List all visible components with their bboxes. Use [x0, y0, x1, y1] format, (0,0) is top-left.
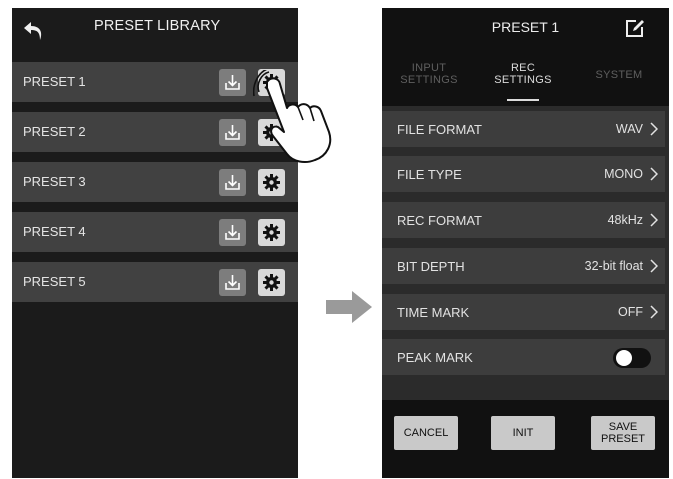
- gear-icon: [263, 174, 280, 191]
- load-button[interactable]: [219, 219, 246, 246]
- peak-mark-toggle[interactable]: [613, 348, 651, 368]
- init-button[interactable]: INIT: [491, 416, 555, 450]
- action-bar: CANCEL INIT SAVE PRESET: [382, 400, 669, 478]
- setting-file-format[interactable]: FILE FORMAT WAV: [382, 111, 665, 147]
- setting-peak-mark: PEAK MARK: [382, 339, 665, 375]
- settings-list: FILE FORMAT WAV FILE TYPE MONO REC FORMA…: [382, 106, 669, 400]
- active-tab-indicator: [507, 99, 539, 101]
- load-icon: [225, 225, 240, 240]
- chevron-right-icon: [650, 259, 658, 273]
- preset-row-3[interactable]: PRESET 3: [12, 162, 298, 202]
- tab-rec-settings[interactable]: REC SETTINGS: [478, 62, 568, 86]
- chevron-right-icon: [650, 167, 658, 181]
- settings-button[interactable]: [258, 269, 285, 296]
- load-icon: [225, 175, 240, 190]
- load-icon: [225, 125, 240, 140]
- settings-button[interactable]: [258, 219, 285, 246]
- load-icon: [225, 275, 240, 290]
- setting-value: WAV: [615, 122, 643, 136]
- preset-label: PRESET 5: [23, 274, 86, 289]
- preset-row-4[interactable]: PRESET 4: [12, 212, 298, 252]
- preset-edit-header: PRESET 1: [382, 8, 669, 48]
- tap-hand-icon: [253, 70, 332, 163]
- tab-input-settings[interactable]: INPUT SETTINGS: [384, 62, 474, 86]
- edit-icon[interactable]: [624, 18, 646, 38]
- chevron-right-icon: [650, 305, 658, 319]
- load-button[interactable]: [219, 269, 246, 296]
- preset-label: PRESET 1: [23, 74, 86, 89]
- right-arrow-icon: [326, 291, 372, 323]
- preset-label: PRESET 4: [23, 224, 86, 239]
- load-button[interactable]: [219, 119, 246, 146]
- setting-bit-depth[interactable]: BIT DEPTH 32-bit float: [382, 248, 665, 284]
- setting-value: MONO: [604, 167, 643, 181]
- gear-icon: [263, 224, 280, 241]
- back-arrow-icon[interactable]: [22, 20, 46, 42]
- setting-value: 48kHz: [607, 213, 643, 227]
- settings-button[interactable]: [258, 169, 285, 196]
- preset-edit-screen: PRESET 1 INPUT SETTINGS REC SETTINGS SYS…: [382, 8, 669, 478]
- gear-icon: [263, 274, 280, 291]
- setting-value: OFF: [618, 305, 643, 319]
- preset-library-header: PRESET LIBRARY: [12, 8, 298, 56]
- cancel-button[interactable]: CANCEL: [394, 416, 458, 450]
- tab-bar: INPUT SETTINGS REC SETTINGS SYSTEM: [382, 52, 669, 102]
- save-preset-button[interactable]: SAVE PRESET: [591, 416, 655, 450]
- setting-file-type[interactable]: FILE TYPE MONO: [382, 156, 665, 192]
- page-title: PRESET LIBRARY: [94, 18, 221, 34]
- preset-row-5[interactable]: PRESET 5: [12, 262, 298, 302]
- setting-rec-format[interactable]: REC FORMAT 48kHz: [382, 202, 665, 238]
- chevron-right-icon: [650, 122, 658, 136]
- chevron-right-icon: [650, 213, 658, 227]
- load-icon: [225, 75, 240, 90]
- toggle-knob: [616, 350, 632, 366]
- setting-value: 32-bit float: [584, 259, 643, 273]
- load-button[interactable]: [219, 69, 246, 96]
- preset-label: PRESET 2: [23, 124, 86, 139]
- preset-label: PRESET 3: [23, 174, 86, 189]
- setting-time-mark[interactable]: TIME MARK OFF: [382, 294, 665, 330]
- load-button[interactable]: [219, 169, 246, 196]
- tab-system[interactable]: SYSTEM: [574, 69, 664, 81]
